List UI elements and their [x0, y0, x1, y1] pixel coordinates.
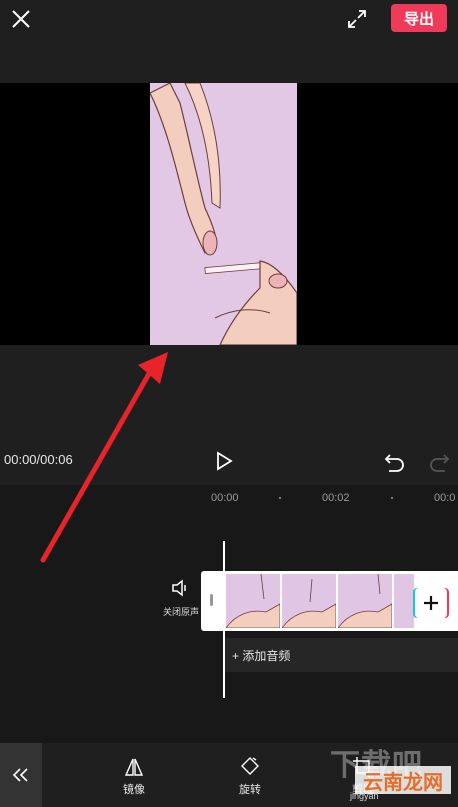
tool-rotate[interactable]: 旋转: [232, 756, 268, 797]
ruler-tick-label: 00:00: [211, 492, 239, 504]
collapse-back-button[interactable]: [0, 743, 42, 807]
redo-icon[interactable]: [428, 451, 450, 473]
watermark-brand: 云南龙网: [355, 766, 451, 794]
top-bar: [0, 0, 458, 83]
timecode: 00:00/00:06: [4, 452, 73, 467]
clip-thumbnail: [394, 574, 414, 628]
ruler-tick-label: 00:02: [322, 492, 350, 504]
speaker-icon[interactable]: [171, 579, 191, 597]
undo-icon[interactable]: [384, 451, 406, 473]
tool-label: 镜像: [123, 784, 145, 796]
ruler-dot: [279, 497, 281, 499]
clip-thumbnail: [226, 574, 280, 628]
export-button[interactable]: 导出: [391, 4, 447, 32]
mute-original-label[interactable]: 关闭原声: [163, 605, 199, 618]
playhead[interactable]: [223, 541, 225, 698]
clip-thumbnail: [338, 574, 392, 628]
add-audio-label: + 添加音频: [232, 649, 291, 663]
add-clip-button[interactable]: [415, 588, 447, 618]
watermark-url: jingyan: [350, 791, 379, 801]
play-icon[interactable]: [213, 450, 235, 472]
tool-mirror[interactable]: 镜像: [116, 756, 152, 797]
plus-icon: [424, 596, 438, 610]
mirror-icon: [124, 758, 144, 776]
fullscreen-icon[interactable]: [347, 9, 367, 29]
close-icon[interactable]: [10, 8, 32, 30]
double-chevron-left-icon: [12, 768, 28, 782]
video-frame: [150, 83, 297, 345]
ruler-dot: [391, 497, 393, 499]
tool-label: 旋转: [239, 784, 261, 796]
rotate-icon: [241, 757, 259, 775]
clip-thumbnail: [282, 574, 336, 628]
handle-grip: [210, 594, 213, 606]
ruler-tick-label: 00:0: [434, 492, 456, 504]
